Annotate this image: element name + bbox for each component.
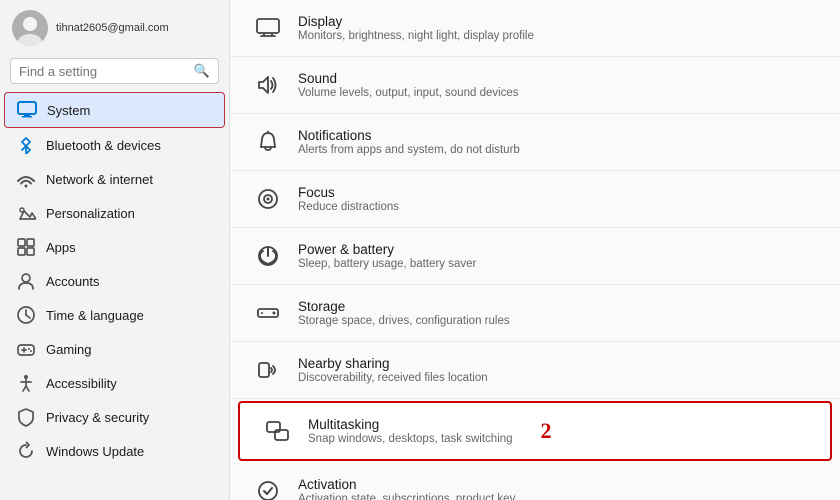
sidebar-item-time[interactable]: Time & language (4, 298, 225, 332)
sound-icon (254, 71, 282, 99)
display-title: Display (298, 14, 534, 29)
power-title: Power & battery (298, 242, 476, 257)
user-email: tihnat2605@gmail.com (56, 22, 169, 34)
sidebar-label-system: System (47, 103, 90, 118)
sidebar-label-update: Windows Update (46, 444, 144, 459)
search-icon: 🔍 (194, 63, 210, 79)
nearby-title: Nearby sharing (298, 356, 488, 371)
sidebar-item-network[interactable]: Network & internet (4, 162, 225, 196)
notifications-desc: Alerts from apps and system, do not dist… (298, 144, 520, 156)
storage-title: Storage (298, 299, 510, 314)
search-bar[interactable]: 🔍 (10, 58, 219, 84)
sidebar-label-privacy: Privacy & security (46, 410, 149, 425)
settings-text-notifications: Notifications Alerts from apps and syste… (298, 128, 520, 156)
display-desc: Monitors, brightness, night light, displ… (298, 30, 534, 42)
system-icon (17, 100, 37, 120)
accounts-icon (16, 271, 36, 291)
settings-item-notifications[interactable]: Notifications Alerts from apps and syste… (230, 114, 840, 171)
network-icon (16, 169, 36, 189)
settings-item-activation[interactable]: Activation Activation state, subscriptio… (230, 463, 840, 500)
settings-item-power[interactable]: Power & battery Sleep, battery usage, ba… (230, 228, 840, 285)
activation-title: Activation (298, 477, 515, 492)
multitasking-desc: Snap windows, desktops, task switching (308, 433, 513, 445)
settings-item-focus[interactable]: Focus Reduce distractions (230, 171, 840, 228)
settings-text-nearby: Nearby sharing Discoverability, received… (298, 356, 488, 384)
sidebar-label-accessibility: Accessibility (46, 376, 117, 391)
settings-item-display[interactable]: Display Monitors, brightness, night ligh… (230, 0, 840, 57)
storage-desc: Storage space, drives, configuration rul… (298, 315, 510, 327)
display-icon (254, 14, 282, 42)
focus-desc: Reduce distractions (298, 201, 399, 213)
update-icon (16, 441, 36, 461)
settings-text-sound: Sound Volume levels, output, input, soun… (298, 71, 519, 99)
sidebar-nav: System 1 Bluetooth & devices Network & i… (0, 92, 229, 468)
activation-icon (254, 477, 282, 500)
settings-text-storage: Storage Storage space, drives, configura… (298, 299, 510, 327)
settings-text-activation: Activation Activation state, subscriptio… (298, 477, 515, 500)
nearby-icon (254, 356, 282, 384)
gaming-icon (16, 339, 36, 359)
focus-title: Focus (298, 185, 399, 200)
sidebar-item-system[interactable]: System 1 (4, 92, 225, 128)
sound-desc: Volume levels, output, input, sound devi… (298, 87, 519, 99)
sidebar-label-network: Network & internet (46, 172, 153, 187)
privacy-icon (16, 407, 36, 427)
storage-icon (254, 299, 282, 327)
settings-list: Display Monitors, brightness, night ligh… (230, 0, 840, 500)
sidebar-item-bluetooth[interactable]: Bluetooth & devices (4, 128, 225, 162)
sidebar-item-accounts[interactable]: Accounts (4, 264, 225, 298)
focus-icon (254, 185, 282, 213)
app-container: tihnat2605@gmail.com 🔍 System 1 Bluet (0, 0, 840, 500)
avatar (12, 10, 48, 46)
accessibility-icon (16, 373, 36, 393)
main-content: Display Monitors, brightness, night ligh… (230, 0, 840, 500)
sidebar-item-personalization[interactable]: Personalization (4, 196, 225, 230)
sound-title: Sound (298, 71, 519, 86)
badge-multitasking: 2 (541, 418, 552, 444)
settings-item-sound[interactable]: Sound Volume levels, output, input, soun… (230, 57, 840, 114)
notifications-icon (254, 128, 282, 156)
personalization-icon (16, 203, 36, 223)
nearby-desc: Discoverability, received files location (298, 372, 488, 384)
multitasking-title: Multitasking (308, 417, 513, 432)
settings-text-focus: Focus Reduce distractions (298, 185, 399, 213)
sidebar-label-gaming: Gaming (46, 342, 92, 357)
sidebar-item-gaming[interactable]: Gaming (4, 332, 225, 366)
sidebar-label-accounts: Accounts (46, 274, 99, 289)
multitasking-icon (264, 417, 292, 445)
settings-item-nearby[interactable]: Nearby sharing Discoverability, received… (230, 342, 840, 399)
settings-item-storage[interactable]: Storage Storage space, drives, configura… (230, 285, 840, 342)
sidebar-label-time: Time & language (46, 308, 144, 323)
sidebar-label-apps: Apps (46, 240, 76, 255)
settings-text-power: Power & battery Sleep, battery usage, ba… (298, 242, 476, 270)
sidebar-item-apps[interactable]: Apps (4, 230, 225, 264)
activation-desc: Activation state, subscriptions, product… (298, 493, 515, 500)
time-icon (16, 305, 36, 325)
sidebar-label-bluetooth: Bluetooth & devices (46, 138, 161, 153)
notifications-title: Notifications (298, 128, 520, 143)
sidebar-item-accessibility[interactable]: Accessibility (4, 366, 225, 400)
sidebar-label-personalization: Personalization (46, 206, 135, 221)
sidebar-item-privacy[interactable]: Privacy & security (4, 400, 225, 434)
sidebar: tihnat2605@gmail.com 🔍 System 1 Bluet (0, 0, 230, 500)
settings-item-multitasking[interactable]: Multitasking Snap windows, desktops, tas… (238, 401, 832, 461)
bluetooth-icon (16, 135, 36, 155)
settings-text-multitasking: Multitasking Snap windows, desktops, tas… (308, 417, 513, 445)
settings-text-display: Display Monitors, brightness, night ligh… (298, 14, 534, 42)
power-desc: Sleep, battery usage, battery saver (298, 258, 476, 270)
sidebar-item-update[interactable]: Windows Update (4, 434, 225, 468)
apps-icon (16, 237, 36, 257)
sidebar-user: tihnat2605@gmail.com (0, 0, 229, 54)
power-icon (254, 242, 282, 270)
search-input[interactable] (19, 64, 188, 79)
